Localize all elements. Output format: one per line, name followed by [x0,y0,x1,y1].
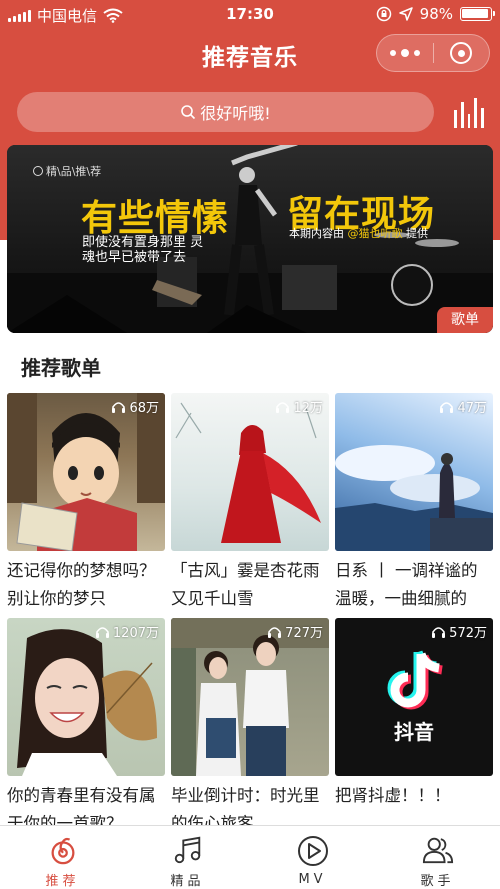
headphones-icon [440,401,454,413]
playlist-title: 还记得你的梦想吗？别让你的梦只 [7,561,156,608]
search-placeholder: 很好听哦! [200,104,271,123]
play-count: 12万 [275,397,323,416]
banner-headline-left: 有些情愫 [81,198,230,239]
playlist-card[interactable]: 727万 毕业倒计时：时光里的伤心旅客 [171,618,329,838]
banner-subtitle-right: 本期内容由 @猫也听歌 提供 [289,227,428,240]
playlist-card[interactable]: 1207万 你的青春里有没有属于你的一首歌？ [7,618,165,838]
more-button[interactable] [377,48,433,57]
playlist-cover: 47万 [335,393,493,551]
search-icon [181,105,196,120]
headphones-icon [276,401,290,413]
tab-singer[interactable]: 歌手 [375,826,500,889]
search-input[interactable]: 很好听哦! [17,92,434,132]
tiktok-label: 抖音 [394,720,434,744]
banner-subtitle-left: 即使没有置身那里 灵魂也早已被带了去 [82,235,204,265]
playlist-cover: 68万 [7,393,165,551]
close-icon [450,42,473,64]
headphones-icon [112,401,126,413]
cover-smiling-girl-photo [17,629,157,776]
playlist-card[interactable]: 47万 日系 丨 一调祥谧的温暖，一曲细腻的 [335,393,493,613]
playlist-card[interactable]: 68万 还记得你的梦想吗？别让你的梦只 [7,393,165,613]
playlist-cover: 727万 [171,618,329,776]
tab-featured[interactable]: 精品 [125,826,250,889]
orientation-lock-icon [376,6,391,22]
tab-recommend[interactable]: 推荐 [0,826,125,889]
tab-mv[interactable]: MV [250,826,375,889]
cover-red-dress-illustration [175,402,321,543]
tab-label: 推荐 [45,874,80,889]
playlist-title: 日系 丨 一调祥谧的温暖，一曲细腻的 [335,561,478,608]
section-title: 推荐歌单 [21,356,101,380]
recommend-icon [51,837,74,865]
play-count: 47万 [439,397,487,416]
tab-bar: 推荐 精品 MV 歌手 [0,825,500,889]
playlist-cover: 抖音 572万 [335,618,493,776]
cover-sky-city-illustration [335,445,493,551]
playlist-cover: 12万 [171,393,329,551]
play-circle-icon [297,836,328,866]
mini-program-capsule [376,34,490,72]
play-count: 68万 [111,397,159,416]
battery-percent: 98% [419,5,453,23]
tab-label: 精品 [170,874,205,889]
location-icon [398,7,413,21]
playlist-card[interactable]: 抖音 572万 把肾抖虚！！！ [335,618,493,838]
equalizer-icon[interactable] [454,98,484,128]
close-button[interactable] [433,42,489,64]
tiktok-logo-icon [387,650,443,710]
tab-label: 歌手 [420,874,455,889]
banner[interactable]: 精\品\推\荐 有些情愫 留在现场 即使没有置身那里 灵魂也早已被带了去 本期内… [7,145,493,333]
play-count: 572万 [431,622,487,641]
headphones-icon [268,626,282,638]
headphones-icon [432,626,446,638]
cover-students-photo [171,618,329,776]
tab-label: MV [298,872,327,887]
status-bar: 中国电信 17:30 98% [0,0,500,28]
play-count: 727万 [267,622,323,641]
headphones-icon [95,626,109,638]
play-count: 1207万 [95,622,159,641]
battery-icon [460,7,495,21]
banner-type-tag: 歌单 [437,307,493,333]
playlist-cover: 1207万 [7,618,165,776]
cover-anime-boy-illustration [7,393,165,551]
playlist-title: 「古风」霎是杏花雨又见千山雪 [171,561,320,608]
music-note-icon [174,836,200,864]
playlist-card[interactable]: 12万 「古风」霎是杏花雨又见千山雪 [171,393,329,613]
singer-icon [422,837,453,864]
banner-tagline: 精\品\推\荐 [33,163,101,179]
